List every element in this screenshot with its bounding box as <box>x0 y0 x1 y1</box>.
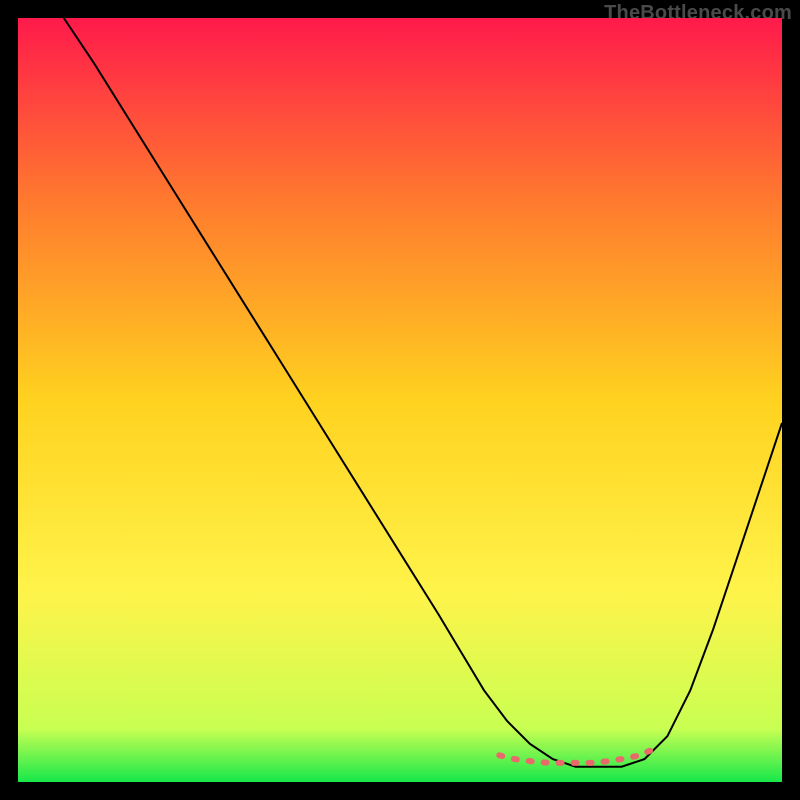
chart-svg <box>18 18 782 782</box>
gradient-bg <box>18 18 782 782</box>
chart-frame: TheBottleneck.com <box>0 0 800 800</box>
plot-area <box>18 18 782 782</box>
